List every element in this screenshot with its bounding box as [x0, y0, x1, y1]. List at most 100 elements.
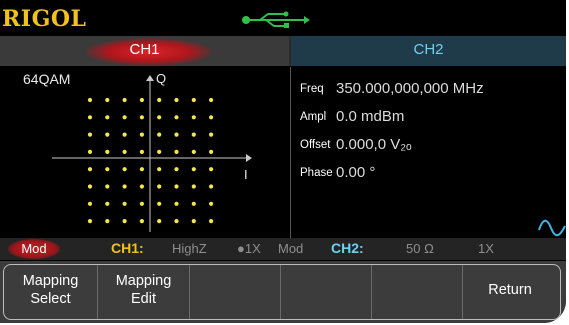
- constellation-point: [191, 201, 196, 206]
- mod-status-label: Mod: [21, 241, 47, 256]
- constellation-point: [191, 184, 196, 189]
- rigol-logo: RIGOL: [2, 6, 87, 32]
- ch1-mode: Mod: [278, 241, 304, 256]
- constellation-point: [122, 184, 127, 189]
- constellation-point: [157, 167, 162, 172]
- constellation-point: [122, 97, 127, 103]
- tab-ch2[interactable]: CH2: [291, 36, 566, 66]
- constellation-point: [122, 115, 127, 120]
- constellation-point: [87, 97, 93, 103]
- mod-status-button[interactable]: Mod: [8, 239, 60, 259]
- constellation-point: [122, 132, 127, 137]
- softkey-mapping-select[interactable]: Mapping Select: [4, 265, 98, 319]
- channel-tabs: CH1 CH2: [0, 36, 566, 66]
- softkey-return[interactable]: Return: [463, 265, 557, 319]
- constellation-point: [105, 97, 110, 103]
- instrument-screen: RIGOL CH1 CH2 64QAM Q I Freq 350.000,000…: [0, 0, 566, 323]
- tab-ch1[interactable]: CH1: [0, 36, 289, 66]
- constellation-point: [209, 219, 214, 224]
- ch1-impedance: HighZ: [172, 241, 207, 256]
- constellation-point: [122, 219, 127, 224]
- modulation-type: 64QAM: [23, 71, 71, 87]
- softkey-mapping-edit-line2: Edit: [131, 291, 156, 307]
- constellation-point: [105, 115, 110, 120]
- constellation-point: [157, 115, 162, 120]
- softkey-bar: Mapping Select Mapping Edit Return: [0, 261, 566, 323]
- top-bar: RIGOL: [0, 0, 566, 36]
- param-freq-value: 350.000,000,000 MHz: [336, 80, 484, 97]
- constellation-point: [87, 184, 93, 189]
- param-ampl-key: Ampl: [300, 111, 327, 123]
- softkey-5[interactable]: [372, 265, 463, 319]
- softkey-4[interactable]: [281, 265, 372, 319]
- ch2-status-label: CH2:: [331, 240, 364, 256]
- constellation-point: [157, 219, 162, 224]
- constellation-point: [87, 167, 93, 172]
- constellation-point: [139, 167, 144, 172]
- constellation-point: [191, 115, 196, 120]
- constellation-point: [209, 115, 214, 120]
- constellation-point: [105, 149, 110, 154]
- ch2-scale: 1X: [478, 241, 494, 256]
- constellation-point: [174, 132, 179, 137]
- ch1-status-label: CH1:: [111, 240, 144, 256]
- softkey-return-label: Return: [488, 282, 532, 298]
- param-phase-key: Phase: [300, 167, 333, 179]
- constellation-point: [87, 201, 93, 206]
- constellation-point: [174, 149, 179, 154]
- tab-ch2-label: CH2: [413, 41, 444, 58]
- constellation-point: [157, 149, 162, 154]
- i-axis-label: I: [244, 167, 248, 182]
- tab-ch1-label: CH1: [129, 41, 160, 58]
- constellation-point: [87, 219, 93, 224]
- sine-wave-icon: [538, 219, 566, 237]
- softkey-3[interactable]: [190, 265, 281, 319]
- constellation-point: [105, 184, 110, 189]
- constellation-point: [191, 97, 196, 103]
- constellation-point: [174, 201, 179, 206]
- constellation-point: [191, 149, 196, 154]
- constellation-point: [139, 201, 144, 206]
- constellation-point: [191, 219, 196, 224]
- constellation-point: [139, 149, 144, 154]
- constellation-point: [209, 201, 214, 206]
- constellation-point: [209, 167, 214, 172]
- softkey-mapping-edit-line1: Mapping: [115, 273, 172, 289]
- constellation-point: [139, 97, 144, 103]
- constellation-point: [209, 149, 214, 154]
- status-bar: Mod CH1: HighZ ●1X Mod CH2: 50 Ω 1X: [0, 238, 566, 260]
- constellation-point: [105, 219, 110, 224]
- constellation-point: [139, 115, 144, 120]
- constellation-point: [139, 219, 144, 224]
- constellation-point: [174, 97, 179, 103]
- constellation-point: [105, 167, 110, 172]
- constellation-point: [209, 132, 214, 137]
- param-freq-key: Freq: [300, 83, 324, 95]
- constellation-point: [174, 184, 179, 189]
- ch2-impedance: 50 Ω: [406, 241, 434, 256]
- constellation-point: [157, 201, 162, 206]
- constellation-point: [174, 219, 179, 224]
- param-offset-key: Offset: [300, 139, 331, 151]
- constellation-point: [105, 132, 110, 137]
- ch1-scale: ●1X: [237, 241, 261, 256]
- constellation-point: [139, 184, 144, 189]
- constellation-point: [87, 149, 93, 154]
- constellation-point: [191, 132, 196, 137]
- constellation-point: [174, 115, 179, 120]
- constellation-diagram: [52, 75, 252, 232]
- constellation-panel: 64QAM Q I: [0, 67, 289, 238]
- softkey-mapping-edit[interactable]: Mapping Edit: [98, 265, 190, 319]
- q-axis-label: Q: [156, 71, 167, 86]
- param-ampl-value: 0.0 mdBm: [336, 108, 405, 125]
- param-phase-value: 0.00 °: [336, 164, 376, 181]
- constellation-point: [139, 132, 144, 137]
- param-offset-value: 0.000,0 V₂ₒ: [336, 136, 412, 153]
- constellation-point: [87, 115, 93, 120]
- parameter-panel: Freq 350.000,000,000 MHz Ampl 0.0 mdBm O…: [291, 67, 566, 238]
- constellation-point: [209, 97, 214, 103]
- constellation-point: [157, 97, 162, 103]
- constellation-point: [174, 167, 179, 172]
- usb-icon: [242, 11, 310, 28]
- constellation-point: [122, 167, 127, 172]
